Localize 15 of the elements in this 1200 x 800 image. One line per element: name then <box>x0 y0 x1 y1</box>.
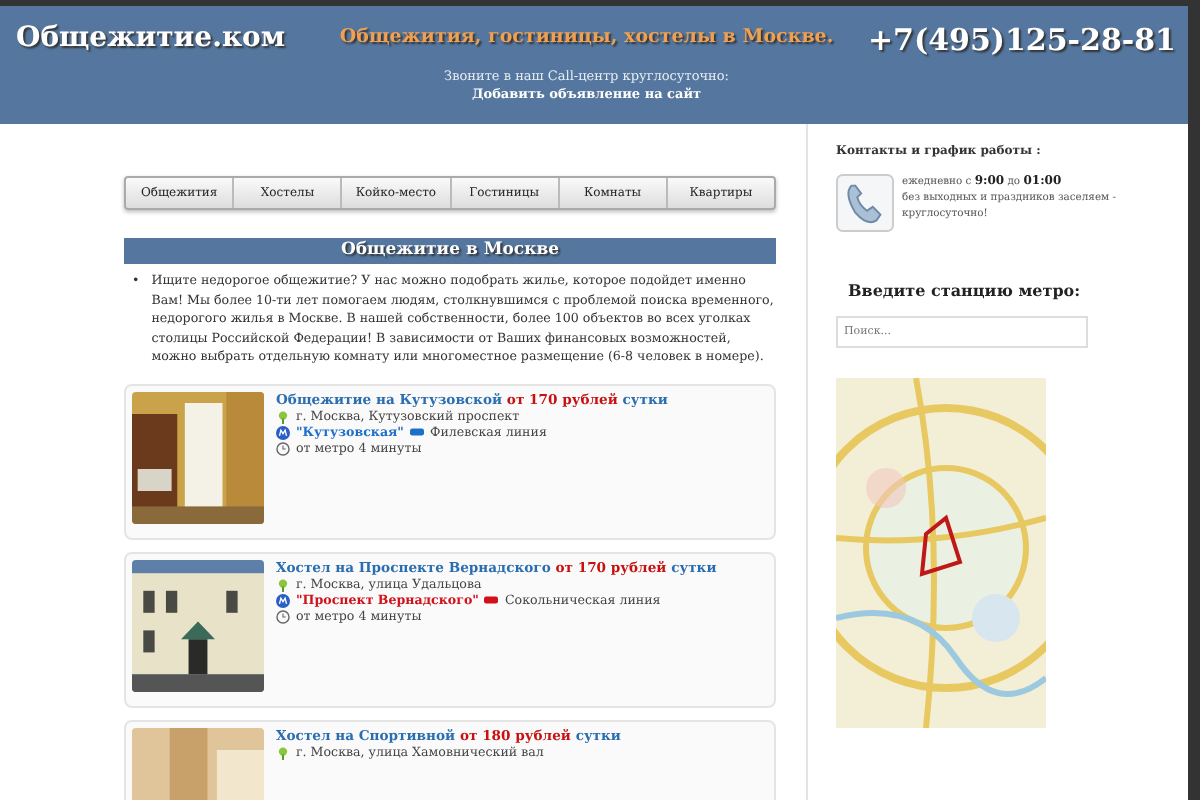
location-pin-icon <box>276 409 290 423</box>
metro-search-title: Введите станцию метро: <box>848 280 1083 300</box>
clock-icon <box>276 441 290 455</box>
location-pin-icon <box>276 745 290 759</box>
metro-icon <box>276 593 290 607</box>
section-title: Общежитие в Москве <box>124 238 776 264</box>
phone-number: +7(495)125-28-81 <box>867 22 1176 58</box>
metro-icon <box>276 425 290 439</box>
telephone-icon <box>836 174 894 232</box>
clock-icon <box>276 609 290 623</box>
tagline: Общежития, гостиницы, хостелы в Москве. <box>339 26 834 48</box>
location-pin-icon <box>276 577 290 591</box>
train-icon <box>409 428 424 436</box>
site-logo[interactable]: Общежитие.ком <box>16 22 286 54</box>
train-icon <box>484 596 499 604</box>
